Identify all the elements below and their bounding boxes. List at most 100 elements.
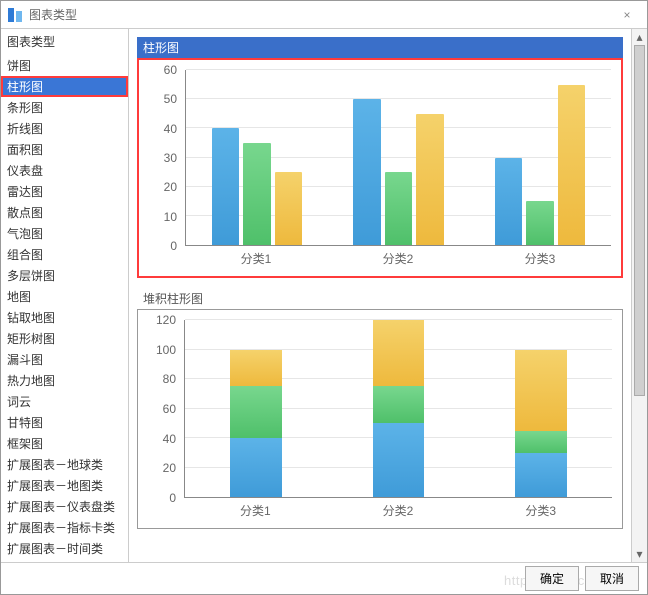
bar [385, 172, 412, 245]
y-axis: 020406080100120 [140, 320, 180, 498]
bar-segment [230, 386, 282, 438]
scroll-up-icon[interactable]: ▴ [632, 29, 647, 45]
bar-group [185, 320, 327, 497]
bar [558, 85, 585, 245]
y-tick: 100 [140, 343, 176, 357]
vertical-scrollbar[interactable]: ▴ ▾ [631, 29, 647, 562]
bar [243, 143, 270, 245]
y-tick: 20 [140, 461, 176, 475]
x-tick: 分类2 [327, 250, 469, 272]
panel-body: 0102030405060分类1分类2分类3 [137, 58, 623, 278]
bar-segment [515, 453, 567, 497]
sidebar-item[interactable]: 框架图 [1, 433, 128, 454]
bar [275, 172, 302, 245]
sidebar-item[interactable]: 甘特图 [1, 412, 128, 433]
panel-body: 0 20 40 60 80 100 120 分类1分类2分类3 [137, 309, 623, 529]
ok-button[interactable]: 确定 [525, 566, 579, 591]
x-tick: 分类3 [469, 502, 612, 524]
dialog-body: 图表类型 饼图柱形图条形图折线图面积图仪表盘雷达图散点图气泡图组合图多层饼图地图… [1, 29, 647, 562]
bar-segment [373, 386, 425, 423]
stacked-bar [373, 320, 425, 497]
x-tick: 分类3 [469, 250, 611, 272]
sidebar-item[interactable]: 扩展图表－仪表盘类 [1, 496, 128, 517]
bar-segment [515, 350, 567, 431]
dialog-chart-type: 图表类型 × 图表类型 饼图柱形图条形图折线图面积图仪表盘雷达图散点图气泡图组合… [0, 0, 648, 595]
bar-segment [515, 431, 567, 453]
bar-group [470, 320, 612, 497]
x-axis: 分类1分类2分类3 [185, 250, 611, 272]
footer: https://blog.csdn.net/ 确定 取消 [1, 562, 647, 594]
sidebar-item[interactable]: 组合图 [1, 244, 128, 265]
bar [212, 128, 239, 245]
bar [526, 201, 553, 245]
sidebar-header: 图表类型 [1, 29, 128, 55]
y-tick: 50 [141, 92, 177, 106]
y-tick: 80 [140, 372, 176, 386]
y-tick: 60 [140, 402, 176, 416]
bar-groups [185, 320, 612, 497]
main: 柱形图0102030405060分类1分类2分类3堆积柱形图0204060801… [129, 29, 647, 562]
bar [416, 114, 443, 245]
sidebar-item[interactable]: 多层饼图 [1, 265, 128, 286]
window-title: 图表类型 [29, 6, 613, 23]
y-tick: 10 [141, 210, 177, 224]
y-tick: 20 [141, 180, 177, 194]
sidebar-item[interactable]: 条形图 [1, 97, 128, 118]
sidebar-item[interactable]: 热力地图 [1, 370, 128, 391]
y-tick: 0 [140, 491, 176, 505]
bar-groups [186, 70, 611, 245]
scroll-track[interactable] [632, 45, 647, 546]
chart-panel[interactable]: 堆积柱形图 0 20 40 60 80 100 120 分类1分类2分类3 [137, 288, 623, 529]
sidebar-item[interactable]: 扩展图表－地球类 [1, 454, 128, 475]
sidebar-item[interactable]: 扩展图表－时间类 [1, 538, 128, 559]
sidebar-item[interactable]: 雷达图 [1, 181, 128, 202]
bar-segment [230, 438, 282, 497]
panel-title: 堆积柱形图 [137, 288, 623, 309]
scroll-down-icon[interactable]: ▾ [632, 546, 647, 562]
x-tick: 分类1 [184, 502, 327, 524]
sidebar-item[interactable]: 折线图 [1, 118, 128, 139]
scroll-thumb[interactable] [634, 45, 645, 396]
cancel-button[interactable]: 取消 [585, 566, 639, 591]
bar [495, 158, 522, 246]
bar-group [186, 70, 328, 245]
y-tick: 0 [141, 239, 177, 253]
y-tick: 40 [141, 122, 177, 136]
sidebar: 图表类型 饼图柱形图条形图折线图面积图仪表盘雷达图散点图气泡图组合图多层饼图地图… [1, 29, 129, 562]
x-tick: 分类1 [185, 250, 327, 272]
sidebar-item[interactable]: 仪表盘 [1, 160, 128, 181]
panel-title: 柱形图 [137, 37, 623, 58]
sidebar-item[interactable]: 地图 [1, 286, 128, 307]
chart-panel[interactable]: 柱形图0102030405060分类1分类2分类3 [137, 37, 623, 278]
y-tick: 60 [141, 63, 177, 77]
titlebar: 图表类型 × [1, 1, 647, 29]
sidebar-item[interactable]: 钻取地图 [1, 307, 128, 328]
sidebar-item[interactable]: 扩展图表－地图类 [1, 475, 128, 496]
plot-area [185, 70, 611, 246]
y-tick: 120 [140, 313, 176, 327]
close-icon[interactable]: × [613, 8, 641, 22]
x-tick: 分类2 [327, 502, 470, 524]
bar-segment [373, 423, 425, 497]
sidebar-item[interactable]: 散点图 [1, 202, 128, 223]
sidebar-item[interactable]: 漏斗图 [1, 349, 128, 370]
sidebar-item[interactable]: 面积图 [1, 139, 128, 160]
sidebar-item[interactable]: 扩展图表－指标卡类 [1, 517, 128, 538]
bar-segment [373, 320, 425, 386]
main-scroll: 柱形图0102030405060分类1分类2分类3堆积柱形图0204060801… [129, 29, 631, 562]
bar-group [327, 320, 469, 497]
sidebar-item[interactable]: 气泡图 [1, 223, 128, 244]
stacked-bar [230, 320, 282, 497]
plot-area [184, 320, 612, 498]
app-icon [7, 7, 23, 23]
sidebar-item[interactable]: 柱形图 [1, 76, 128, 97]
y-tick: 40 [140, 432, 176, 446]
sidebar-list: 饼图柱形图条形图折线图面积图仪表盘雷达图散点图气泡图组合图多层饼图地图钻取地图矩… [1, 55, 128, 562]
y-axis: 0102030405060 [141, 70, 181, 246]
bar-segment [230, 350, 282, 387]
sidebar-item[interactable]: 矩形树图 [1, 328, 128, 349]
bar [353, 99, 380, 245]
sidebar-item[interactable]: 词云 [1, 391, 128, 412]
sidebar-item[interactable]: 饼图 [1, 55, 128, 76]
bar-group [328, 70, 470, 245]
